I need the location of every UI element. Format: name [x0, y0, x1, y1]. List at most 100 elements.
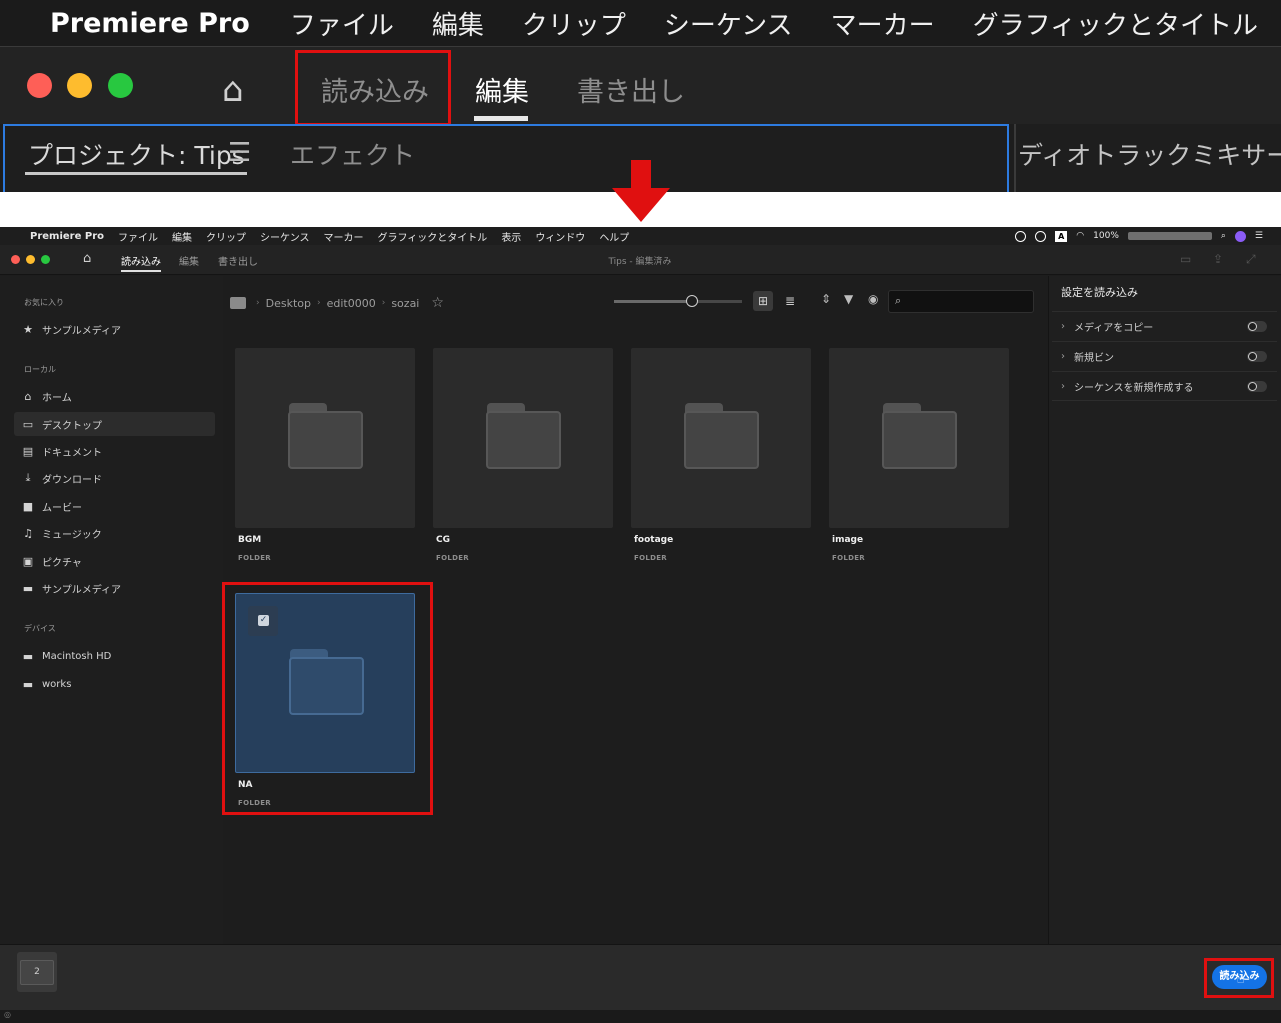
import-screen: Premiere Pro ファイル 編集 クリップ シーケンス マーカー グラフ…: [0, 227, 1281, 1023]
sidebar-heading-local: ローカル: [24, 365, 56, 374]
thumbnail-size-slider-fill: [614, 300, 692, 303]
spotlight-search-icon[interactable]: ⌕: [1221, 231, 1226, 241]
sidebar-item-music[interactable]: ♫ ミュージック: [14, 521, 215, 545]
zoom-tab-edit[interactable]: 編集: [475, 70, 529, 109]
home-icon[interactable]: ⌂: [222, 70, 244, 110]
creative-cloud-icon[interactable]: [1035, 230, 1047, 242]
sidebar-item-movies[interactable]: ■ ムービー: [14, 494, 215, 518]
hamburger-menu-icon[interactable]: ☰: [228, 138, 251, 168]
menu-sequence[interactable]: シーケンス: [260, 229, 310, 244]
folder-tile-image[interactable]: [829, 348, 1009, 528]
sidebar-item-label: ミュージック: [42, 529, 102, 541]
tab-import[interactable]: 読み込み: [121, 253, 161, 268]
siri-icon[interactable]: [1234, 230, 1246, 242]
search-input[interactable]: ⌕: [888, 290, 1034, 313]
menu-file[interactable]: ファイル: [118, 229, 158, 244]
menu-view[interactable]: 表示: [501, 229, 521, 244]
battery-level[interactable]: 100%: [1093, 231, 1119, 241]
share-icon[interactable]: ⇪: [1213, 252, 1223, 266]
menu-window[interactable]: ウィンドウ: [535, 229, 585, 244]
highlight-box-import-tab: [295, 50, 451, 126]
folder-tile-cg[interactable]: [433, 348, 613, 528]
sidebar-item-documents[interactable]: ▤ ドキュメント: [14, 439, 215, 463]
option-new-bin[interactable]: › 新規ビン: [1052, 341, 1277, 371]
zoom-menu-graphics[interactable]: グラフィックとタイトル: [973, 5, 1258, 42]
sidebar-item-macintosh-hd[interactable]: ▬ Macintosh HD: [14, 644, 215, 668]
folder-icon: [684, 403, 759, 469]
new-bin-toggle[interactable]: [1247, 351, 1267, 362]
zoom-menu-file[interactable]: ファイル: [290, 5, 394, 42]
sidebar-item-home[interactable]: ⌂ ホーム: [14, 384, 215, 408]
home-icon[interactable]: ⌂: [83, 251, 91, 266]
highlight-box-na-folder: [222, 582, 433, 815]
document-title: Tips - 編集済み: [608, 257, 672, 267]
selection-tray: [0, 944, 1281, 1010]
close-window-button[interactable]: [11, 255, 20, 264]
zoom-window-button[interactable]: [41, 255, 50, 264]
copy-media-toggle[interactable]: [1247, 321, 1267, 332]
control-center-icon[interactable]: ☰: [1255, 231, 1263, 241]
zoom-app-name[interactable]: Premiere Pro: [50, 8, 250, 39]
folder-tile-footage[interactable]: [631, 348, 811, 528]
music-icon: ♫: [23, 526, 33, 540]
sidebar: [0, 276, 223, 944]
zoom-menu-edit[interactable]: 編集: [432, 5, 484, 42]
zoom-menu-clip[interactable]: クリップ: [522, 5, 626, 42]
zoom-window-button[interactable]: [108, 73, 133, 98]
chevron-right-icon[interactable]: ›: [1052, 381, 1074, 392]
menu-edit[interactable]: 編集: [172, 229, 192, 244]
chevron-right-icon: ›: [381, 298, 386, 308]
tab-edit[interactable]: 編集: [179, 253, 199, 268]
zoom-menu-sequence[interactable]: シーケンス: [664, 5, 793, 42]
sidebar-item-label: ダウンロード: [42, 474, 102, 486]
record-icon[interactable]: [1015, 230, 1027, 242]
menu-help[interactable]: ヘルプ: [599, 229, 629, 244]
folder-kind: FOLDER: [238, 554, 271, 562]
menu-graphics[interactable]: グラフィックとタイトル: [378, 229, 488, 244]
create-sequence-toggle[interactable]: [1247, 381, 1267, 392]
filter-icon[interactable]: ▼: [844, 292, 853, 306]
grid-view-icon[interactable]: ⊞: [753, 291, 773, 311]
thumbnail-size-slider-knob[interactable]: [686, 295, 698, 307]
wifi-icon[interactable]: ◠: [1076, 231, 1084, 241]
chevron-right-icon[interactable]: ›: [1052, 321, 1074, 332]
folder-icon: ▬: [22, 677, 34, 691]
sidebar-item-sample-media[interactable]: ▬ サンプルメディア: [14, 576, 215, 600]
fullscreen-icon[interactable]: ⤢: [1246, 252, 1256, 267]
sidebar-item-sample-media-favorite[interactable]: ★ サンプルメディア: [14, 317, 215, 341]
sidebar-item-works[interactable]: ▬ works: [14, 672, 215, 696]
sidebar-item-downloads[interactable]: ⤓ ダウンロード: [14, 466, 215, 490]
breadcrumb-desktop[interactable]: Desktop: [266, 297, 311, 310]
option-create-sequence[interactable]: › シーケンスを新規作成する: [1052, 371, 1277, 401]
sidebar-item-label: ムービー: [42, 502, 82, 514]
folder-icon[interactable]: [230, 297, 246, 309]
menu-marker[interactable]: マーカー: [324, 229, 364, 244]
minimize-window-button[interactable]: [26, 255, 35, 264]
minimize-window-button[interactable]: [67, 73, 92, 98]
zoom-tab-export[interactable]: 書き出し: [577, 70, 685, 109]
chevron-right-icon[interactable]: ›: [1052, 351, 1074, 362]
breadcrumb-sozai[interactable]: sozai: [391, 297, 419, 310]
sidebar-item-desktop[interactable]: ▭ デスクトップ: [14, 412, 215, 436]
zoom-project-panel-title[interactable]: プロジェクト: Tips: [28, 136, 245, 172]
input-source-icon[interactable]: A: [1055, 230, 1068, 242]
sidebar-item-pictures[interactable]: ▣ ピクチャ: [14, 549, 215, 573]
star-icon[interactable]: ☆: [431, 295, 444, 311]
folder-tile-bgm[interactable]: [235, 348, 415, 528]
menu-clip[interactable]: クリップ: [206, 229, 246, 244]
eye-icon[interactable]: ◉: [868, 292, 878, 306]
picture-icon: ▣: [22, 554, 34, 568]
app-name-menu[interactable]: Premiere Pro: [30, 231, 104, 242]
workspace-icon[interactable]: ▭: [1180, 252, 1191, 266]
tab-export[interactable]: 書き出し: [218, 253, 258, 268]
folder-kind: FOLDER: [634, 554, 667, 562]
sort-icon[interactable]: ⇕: [821, 292, 831, 306]
folder-icon: [882, 403, 957, 469]
zoom-menu-marker[interactable]: マーカー: [831, 5, 935, 42]
list-view-icon[interactable]: ≣: [780, 291, 800, 311]
breadcrumb-edit0000[interactable]: edit0000: [327, 297, 376, 310]
close-window-button[interactable]: [27, 73, 52, 98]
option-copy-media[interactable]: › メディアをコピー: [1052, 311, 1277, 341]
zoom-audio-mixer-title[interactable]: ディオトラックミキサー: (シ: [1018, 136, 1281, 172]
zoom-effects-tab[interactable]: エフェクト: [290, 136, 415, 172]
